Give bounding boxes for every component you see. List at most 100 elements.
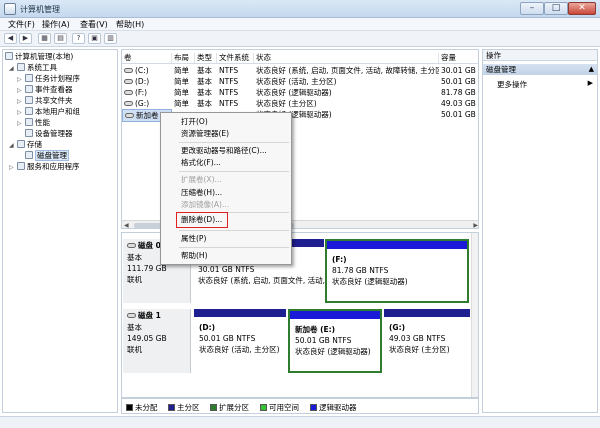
legend-swatch (126, 404, 133, 411)
menu-item-format[interactable]: 格式化(F)... (181, 158, 221, 168)
col-volume[interactable]: 卷 (122, 53, 172, 63)
expand-arrow-icon[interactable]: ▷ (17, 86, 25, 96)
expand-arrow-icon[interactable]: ▷ (17, 75, 25, 85)
forward-icon[interactable]: ▶ (19, 33, 32, 44)
navigation-tree: 计算机管理(本地) ◢ 系统工具 ▷ 任务计划程序 ▷ 事件查看器 ▷ 共享文件夹 ▷ 本… (2, 49, 118, 413)
tree-local-users[interactable]: ▷ 本地用户和组 (17, 107, 80, 117)
services-icon (17, 162, 25, 170)
expand-arrow-icon[interactable]: ▷ (17, 97, 25, 107)
col-status[interactable]: 状态 (254, 53, 439, 63)
view-icon[interactable]: ▥ (104, 33, 117, 44)
volume-list-header: 卷 布局 类型 文件系统 状态 容量 (122, 52, 478, 64)
users-icon (25, 107, 33, 115)
menu-action[interactable]: 操作(A) (38, 19, 74, 31)
maximize-button[interactable]: □ (544, 2, 568, 15)
expand-arrow-icon[interactable]: ▷ (17, 119, 25, 129)
drive-icon (124, 90, 133, 95)
back-icon[interactable]: ◀ (4, 33, 17, 44)
menu-item-add-mirror: 添加镜像(A)... (181, 200, 230, 209)
tools-icon (17, 63, 25, 71)
legend-swatch (310, 404, 317, 411)
tree-task-scheduler[interactable]: ▷ 任务计划程序 (17, 74, 80, 84)
table-row[interactable]: (C:) 简单 基本 NTFS 状态良好 (系统, 启动, 页面文件, 活动, … (122, 65, 478, 76)
clock-icon (25, 74, 33, 82)
expand-arrow-icon[interactable]: ▷ (9, 163, 17, 173)
table-row[interactable]: (D:) 简单 基本 NTFS 状态良好 (活动, 主分区) 50.01 GB (122, 76, 478, 87)
scroll-right-icon[interactable]: ▶ (473, 222, 478, 228)
menu-item-change-drive-letter[interactable]: 更改驱动器号和路径(C)... (181, 146, 267, 156)
tree-root[interactable]: 计算机管理(本地) (5, 52, 73, 62)
disk1-partition-g[interactable]: (G:) 49.03 GB NTFS 状态良好 (主分区) (384, 309, 470, 373)
context-menu: 打开(O) 资源管理器(E) 更改驱动器号和路径(C)... 格式化(F)...… (160, 112, 292, 265)
actions-header: 操作 (483, 50, 597, 61)
disk-icon (127, 243, 136, 248)
close-button[interactable]: ✕ (568, 2, 596, 15)
storage-icon (17, 140, 25, 148)
collapse-up-icon[interactable]: ▲ (589, 64, 594, 75)
delete-volume-highlight (176, 212, 228, 228)
tree-system-tools[interactable]: ◢ 系统工具 (9, 63, 57, 73)
disk-1-info[interactable]: 磁盘 1 基本 149.05 GB 联机 (123, 309, 191, 373)
vertical-scrollbar[interactable] (471, 233, 478, 397)
properties-icon[interactable]: ▣ (88, 33, 101, 44)
event-log-icon (25, 85, 33, 93)
shared-folder-icon (25, 96, 33, 104)
drive-icon (124, 79, 133, 84)
actions-section-disk-management[interactable]: 磁盘管理 ▲ (483, 64, 597, 75)
expand-arrow-icon[interactable]: ▷ (17, 108, 25, 118)
window-title: 计算机管理 (20, 5, 60, 14)
collapse-arrow-icon[interactable]: ◢ (9, 64, 17, 74)
drive-icon (124, 68, 133, 73)
scroll-left-icon[interactable]: ◀ (124, 222, 129, 228)
tree-services[interactable]: ▷ 服务和应用程序 (9, 162, 80, 172)
menu-help[interactable]: 帮助(H) (112, 19, 148, 31)
toolbar: ◀ ▶ ▦ ▤ ? ▣ ▥ (0, 31, 600, 47)
tree-performance[interactable]: ▷ 性能 (17, 118, 50, 128)
disk-management-icon (25, 151, 33, 159)
menu-item-help[interactable]: 帮助(H) (181, 251, 208, 261)
menu-file[interactable]: 文件(F) (4, 19, 39, 31)
submenu-arrow-icon[interactable]: ▶ (588, 79, 593, 87)
col-type[interactable]: 类型 (195, 53, 217, 63)
tree-disk-management[interactable]: 磁盘管理 (25, 150, 69, 161)
menu-separator (179, 247, 289, 248)
status-bar (0, 416, 600, 428)
collapse-arrow-icon[interactable]: ◢ (9, 141, 17, 151)
up-folder-icon[interactable]: ▦ (38, 33, 51, 44)
menu-separator (179, 230, 289, 231)
drive-icon (125, 113, 134, 118)
minimize-button[interactable]: – (520, 2, 544, 15)
menu-item-open[interactable]: 打开(O) (181, 117, 208, 127)
computer-management-icon (4, 3, 16, 15)
table-row[interactable]: (G:) 简单 基本 NTFS 状态良好 (主分区) 49.03 GB (122, 98, 478, 109)
col-capacity[interactable]: 容量 (439, 53, 478, 63)
legend-swatch (260, 404, 267, 411)
show-tree-icon[interactable]: ▤ (54, 33, 67, 44)
more-actions-link[interactable]: 更多操作 (497, 79, 527, 90)
col-layout[interactable]: 布局 (172, 53, 195, 63)
menu-item-shrink-volume[interactable]: 压缩卷(H)... (181, 188, 222, 198)
menu-view[interactable]: 查看(V) (76, 19, 112, 31)
tree-event-viewer[interactable]: ▷ 事件查看器 (17, 85, 73, 95)
disk1-partition-d[interactable]: (D:) 50.01 GB NTFS 状态良好 (活动, 主分区) (194, 309, 286, 373)
tree-shared-folders[interactable]: ▷ 共享文件夹 (17, 96, 73, 106)
help-icon[interactable]: ? (72, 33, 85, 44)
tree-device-manager[interactable]: 设备管理器 (25, 129, 73, 139)
legend: 未分配 主分区 扩展分区 可用空间 逻辑驱动器 (121, 398, 479, 414)
computer-icon (5, 52, 13, 60)
menu-separator (179, 171, 289, 172)
legend-swatch (168, 404, 175, 411)
menu-item-extend-volume: 扩展卷(X)... (181, 175, 222, 184)
menu-item-properties[interactable]: 属性(P) (181, 234, 206, 244)
disk0-partition-f[interactable]: (F:) 81.78 GB NTFS 状态良好 (逻辑驱动器) (325, 239, 469, 303)
disk1-partition-e[interactable]: 新加卷 (E:) 50.01 GB NTFS 状态良好 (逻辑驱动器) (288, 309, 382, 373)
drive-icon (124, 101, 133, 106)
menu-item-explorer[interactable]: 资源管理器(E) (181, 129, 229, 139)
table-row[interactable]: (F:) 简单 基本 NTFS 状态良好 (逻辑驱动器) 81.78 GB (122, 87, 478, 98)
performance-icon (25, 118, 33, 126)
actions-pane: 操作 磁盘管理 ▲ 更多操作 ▶ (482, 49, 598, 413)
legend-swatch (210, 404, 217, 411)
title-bar (0, 0, 600, 18)
tree-storage[interactable]: ◢ 存储 (9, 140, 42, 150)
col-filesystem[interactable]: 文件系统 (217, 53, 254, 63)
